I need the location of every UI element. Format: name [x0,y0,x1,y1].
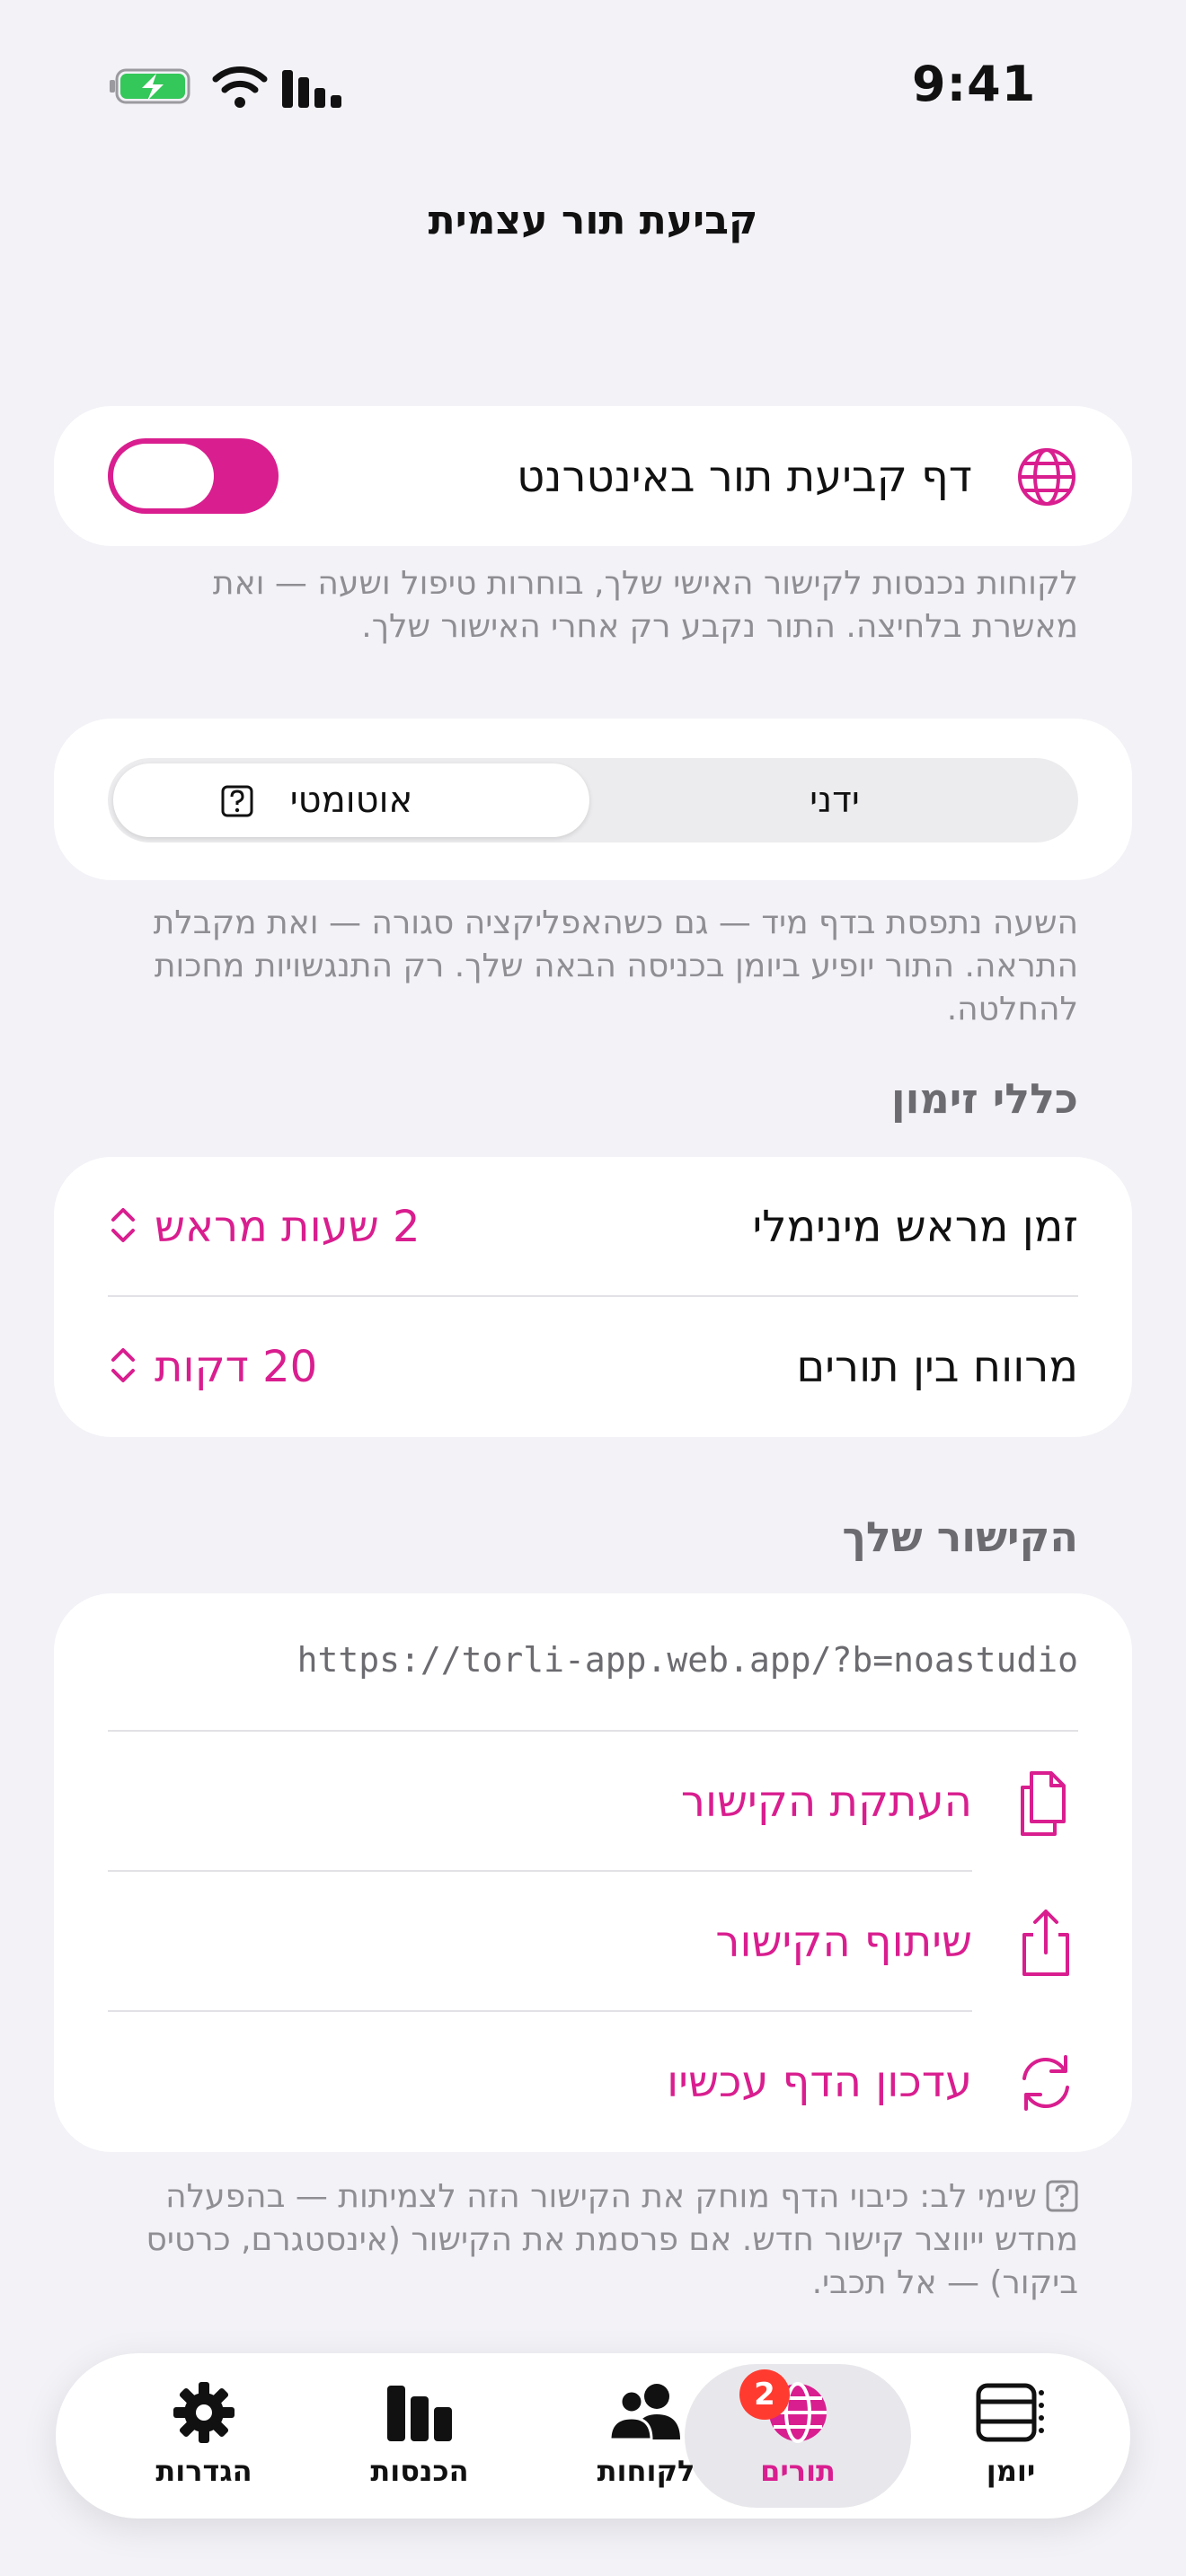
copy-link-label: העתקת הקישור [680,1777,972,1827]
gap-picker[interactable]: 20 דקות [108,1342,317,1392]
battery-charging-icon [110,68,190,104]
scheduling-rules-card: זמן מראש מינימלי 2 שעות מראש מרווח בין ת… [54,1157,1132,1437]
tab-income[interactable]: הכנסות [325,2353,514,2519]
gap-row[interactable]: מרווח בין תורים 20 דקות [108,1297,1078,1437]
chevron-up-down-icon [111,1208,135,1242]
scheduling-rules-header: כללי זימון [890,1074,1078,1123]
tab-calendar[interactable]: יומן [916,2353,1105,2519]
copy-icon [1021,1771,1066,1836]
gap-label: מרווח בין תורים [796,1342,1078,1392]
globe-icon [1018,448,1075,506]
min-advance-picker[interactable]: 2 שעות מראש [108,1202,420,1252]
booking-mode-card: ידני אוטומטי [54,719,1132,880]
min-advance-row[interactable]: זמן מראש מינימלי 2 שעות מראש [108,1157,1078,1297]
share-link-button[interactable]: שיתוף הקישור [108,1872,1078,2012]
gear-icon [173,2382,235,2443]
refresh-page-label: עדכון הדף עכשיו [667,2057,972,2107]
tab-appointments-label: תורים [760,2454,836,2488]
tab-appointments[interactable]: 2 תורים [704,2353,892,2519]
your-link-header: הקישור שלך [842,1513,1078,1561]
refresh-icon [1022,2055,1069,2111]
calendar-list-icon [976,2383,1044,2442]
tab-settings-label: הגדרות [155,2454,252,2488]
cellular-signal-icon [282,70,341,108]
link-warning-footnote: שימי לב: כיבוי הדף מוחק את הקישור הזה לצ… [108,2175,1078,2305]
gap-value: 20 דקות [155,1342,318,1392]
bar-chart-icon [387,2386,452,2441]
your-link-card: https://torli-app.web.app/?b=noastudio ה… [54,1593,1132,2152]
min-advance-label: זמן מראש מינימלי [752,1202,1078,1252]
min-advance-value: 2 שעות מראש [155,1202,420,1252]
tab-bar: הגדרות הכנסות לקוחות 2 תורים יומן [56,2353,1130,2519]
appointments-badge: 2 [739,2369,790,2420]
chevron-up-down-icon [111,1348,135,1382]
online-booking-footnote: לקוחות נכנסות לקישור האישי שלך, בוחרות ט… [212,565,1078,645]
tab-calendar-label: יומן [986,2454,1036,2488]
copy-link-button[interactable]: העתקת הקישור [108,1732,1078,1872]
segment-manual[interactable]: ידני [597,763,1073,837]
share-icon [1022,1910,1069,1976]
booking-mode-segmented-control: ידני אוטומטי [108,758,1078,842]
tab-settings[interactable]: הגדרות [110,2353,298,2519]
booking-mode-footnote: השעה נתפסת בדף מיד — גם כשהאפליקציה סגור… [153,904,1078,1028]
segment-automatic[interactable]: אוטומטי [113,763,589,837]
link-warning-text: שימי לב: כיבוי הדף מוחק את הקישור הזה לצ… [146,2178,1078,2301]
online-booking-label: דף קביעת תור באינטרנט [517,452,972,502]
share-link-label: שיתוף הקישור [715,1917,972,1967]
online-booking-card: דף קביעת תור באינטרנט [54,406,1132,546]
question-mark-icon [221,785,253,817]
toggle-knob [113,444,214,508]
link-url: https://torli-app.web.app/?b=noastudio [296,1640,1078,1680]
wifi-icon [212,66,268,108]
segment-automatic-label: אוטומטי [289,780,413,821]
people-icon [610,2384,680,2441]
page-title: קביעת תור עצמית [428,198,758,243]
refresh-page-button[interactable]: עדכון הדף עכשיו [108,2012,1078,2152]
question-mark-icon [1046,2180,1078,2212]
tab-income-label: הכנסות [370,2454,469,2488]
status-bar: 9:41 [0,0,1186,171]
online-booking-toggle[interactable] [108,438,279,514]
status-time: 9:41 [912,56,1037,112]
